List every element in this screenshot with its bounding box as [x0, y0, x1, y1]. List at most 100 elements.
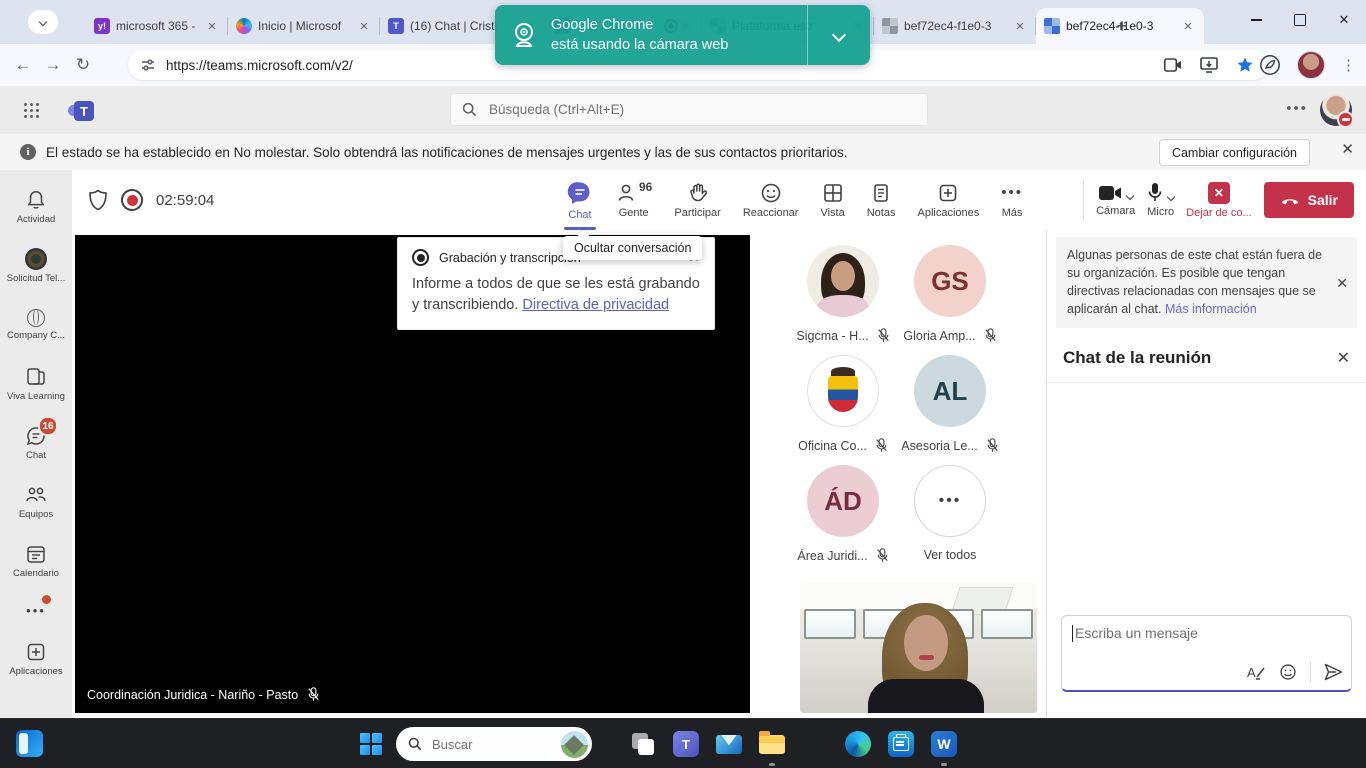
toolbar-gente-button[interactable]: 96 Gente	[604, 170, 663, 230]
toolbar-mas-button[interactable]: ••• Más	[990, 170, 1034, 230]
install-app-icon[interactable]	[1200, 57, 1218, 73]
chat-panel-close-icon[interactable]: ✕	[1337, 348, 1350, 368]
chrome-menu-icon[interactable]: ⋮	[1341, 56, 1356, 74]
globe-icon	[27, 309, 45, 327]
mic-button[interactable]: Micro	[1147, 182, 1174, 218]
chat-unread-badge: 16	[38, 416, 58, 436]
dnd-banner: i El estado se ha establecido en No mole…	[0, 134, 1366, 171]
taskbar-explorer-icon[interactable]	[757, 729, 787, 759]
more-info-link[interactable]: Más información	[1165, 302, 1257, 316]
forward-button[interactable]: →	[38, 55, 68, 75]
teams-search-input[interactable]	[487, 101, 871, 118]
camera-button[interactable]: Cámara	[1096, 184, 1135, 217]
tab-inicio-microsoft[interactable]: Inicio | Microsof ✕	[228, 8, 380, 44]
send-icon[interactable]	[1324, 663, 1343, 681]
message-compose-box[interactable]: A	[1061, 615, 1352, 692]
self-video-tile[interactable]	[800, 583, 1037, 713]
minimize-button[interactable]	[1234, 0, 1278, 40]
taskbar-mail-icon[interactable]	[714, 729, 744, 759]
sidebar-item-calendario[interactable]: Calendario	[0, 534, 72, 588]
search-icon	[462, 102, 477, 117]
start-button[interactable]	[360, 733, 382, 755]
tab-search-button[interactable]	[28, 10, 58, 34]
notes-icon	[870, 182, 892, 204]
toolbar-vista-button[interactable]: Vista	[809, 170, 855, 230]
camera-options-chevron-icon[interactable]	[1126, 191, 1134, 199]
notice-close-icon[interactable]: ✕	[1336, 273, 1348, 293]
taskbar-fax-icon[interactable]	[886, 729, 916, 759]
sidebar-item-more[interactable]: •••	[0, 593, 72, 627]
sidebar-item-company[interactable]: Company C...	[0, 298, 72, 352]
mic-options-chevron-icon[interactable]	[1167, 193, 1175, 201]
format-icon[interactable]: A	[1247, 664, 1266, 681]
stop-sharing-button[interactable]: ✕ Dejar de co...	[1186, 182, 1251, 219]
new-tab-button[interactable]: +	[1108, 12, 1136, 40]
taskbar-search[interactable]	[396, 727, 592, 761]
chat-panel-title: Chat de la reunión	[1063, 348, 1337, 368]
taskbar-word-icon[interactable]: W	[929, 729, 959, 759]
participant-tile[interactable]: AL Asesoria Le...	[892, 355, 1008, 453]
maximize-button[interactable]	[1278, 0, 1322, 40]
toolbar-participar-button[interactable]: Participar	[663, 170, 731, 230]
see-all-participants-tile[interactable]: ••• Ver todos	[892, 465, 1008, 562]
toolbar-chat-button[interactable]: Chat	[556, 170, 604, 230]
widgets-icon[interactable]	[16, 730, 43, 757]
tab-bef72ec4-1[interactable]: bef72ec4-f1e0-3 ✕	[874, 8, 1036, 44]
banner-close-icon[interactable]: ✕	[1341, 140, 1354, 158]
message-input[interactable]	[1072, 624, 1307, 642]
chrome-profile-avatar[interactable]	[1297, 51, 1325, 79]
emoji-icon[interactable]	[1279, 663, 1297, 681]
sidebar-item-equipos[interactable]: Equipos	[0, 475, 72, 529]
close-window-button[interactable]: ✕	[1322, 0, 1366, 40]
taskbar-search-input[interactable]	[430, 736, 534, 753]
mic-off-icon	[877, 328, 890, 343]
sidebar-item-chat[interactable]: 16 Chat	[0, 416, 72, 470]
notification-message: está usando la cámara web	[551, 35, 728, 55]
back-button[interactable]: ←	[8, 55, 38, 75]
performance-leaf-icon[interactable]	[1259, 54, 1281, 76]
tab-title: Inicio | Microsof	[258, 19, 350, 33]
teams-search-box[interactable]	[450, 93, 928, 126]
close-icon[interactable]: ✕	[356, 18, 372, 34]
toolbar-reaccionar-button[interactable]: Reaccionar	[732, 170, 810, 230]
participant-tile[interactable]: Sigcma - H...	[785, 245, 901, 343]
camera-usage-notification[interactable]: Google Chrome está usando la cámara web	[495, 5, 870, 65]
search-highlight-image[interactable]	[561, 731, 588, 758]
teams-profile-avatar[interactable]	[1320, 94, 1352, 126]
task-view-button[interactable]	[628, 729, 658, 759]
close-icon: ✕	[1339, 12, 1350, 28]
minimize-icon	[1251, 19, 1262, 21]
taskbar-edge-icon[interactable]	[843, 729, 873, 759]
books-icon	[24, 366, 48, 388]
notification-expand-button[interactable]	[807, 5, 870, 65]
app-launcher-waffle-icon[interactable]	[24, 103, 39, 118]
reload-button[interactable]: ↻	[68, 55, 98, 75]
taskbar-teams-icon[interactable]: T	[671, 729, 701, 759]
teams-header-more-icon[interactable]: •••	[1286, 100, 1308, 117]
change-settings-button[interactable]: Cambiar configuración	[1159, 139, 1310, 166]
close-icon[interactable]: ✕	[204, 18, 220, 34]
sidebar-item-aplicaciones[interactable]: Aplicaciones	[0, 632, 72, 686]
participant-count: 96	[639, 180, 652, 194]
participant-tile[interactable]: GS Gloria Amp...	[892, 245, 1008, 343]
close-icon[interactable]: ✕	[1180, 18, 1196, 34]
sidebar-item-viva-learning[interactable]: Viva Learning	[0, 357, 72, 411]
bookmark-star-icon[interactable]	[1236, 56, 1254, 74]
participant-tile[interactable]: ÁD Área Juridi...	[785, 465, 901, 563]
leave-meeting-button[interactable]: Salir	[1264, 182, 1354, 218]
participant-tile[interactable]: Oficina Co...	[785, 355, 901, 453]
shield-icon[interactable]	[88, 189, 108, 211]
close-icon[interactable]: ✕	[1012, 18, 1028, 34]
sidebar-item-solicitud[interactable]: Solicitud Tel...	[0, 239, 72, 293]
sidebar-item-actividad[interactable]: Actividad	[0, 180, 72, 234]
tab-microsoft-365[interactable]: y! microsoft 365 - ✕	[86, 8, 228, 44]
tab-title: microsoft 365 -	[116, 19, 198, 33]
toolbar-aplicaciones-button[interactable]: Aplicaciones	[906, 170, 990, 230]
camera-in-use-icon[interactable]	[1164, 58, 1182, 72]
person-icon	[615, 182, 637, 204]
teams-logo-icon: T	[68, 97, 94, 123]
privacy-policy-link[interactable]: Directiva de privacidad	[522, 297, 669, 313]
mic-off-icon	[876, 548, 889, 563]
toolbar-notas-button[interactable]: Notas	[856, 170, 907, 230]
site-settings-icon[interactable]	[140, 57, 156, 73]
